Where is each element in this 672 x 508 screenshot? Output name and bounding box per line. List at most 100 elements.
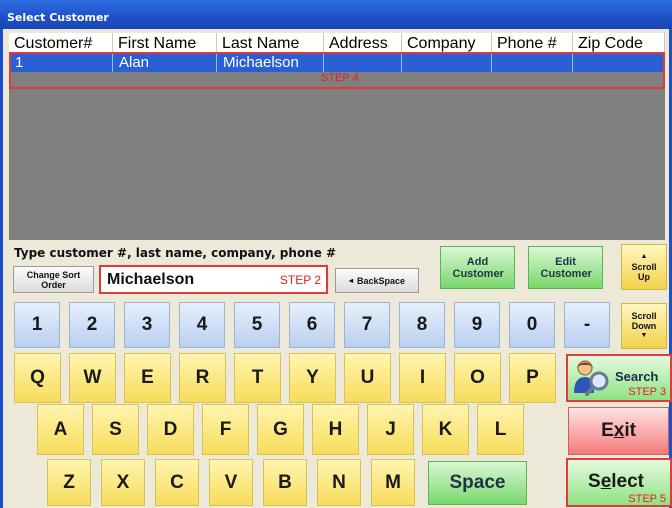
key-label: L — [494, 418, 507, 440]
key-label: D — [163, 418, 178, 440]
column-header-last-name[interactable]: Last Name — [217, 33, 324, 53]
scroll-up-label: Scroll Up — [631, 262, 657, 282]
letter-key-i[interactable]: I — [399, 353, 446, 403]
key-label: B — [278, 471, 292, 493]
window-title: Select Customer — [7, 11, 109, 24]
key-label: K — [438, 418, 453, 440]
letter-key-a[interactable]: A — [37, 404, 84, 455]
letter-key-h[interactable]: H — [312, 404, 359, 455]
letter-key-g[interactable]: G — [257, 404, 304, 455]
letter-key-r[interactable]: R — [179, 353, 226, 403]
letter-key-m[interactable]: M — [371, 459, 415, 506]
step5-label: STEP 5 — [628, 493, 666, 505]
letter-key-e[interactable]: E — [124, 353, 171, 403]
letter-key-l[interactable]: L — [477, 404, 524, 455]
letter-key-p[interactable]: P — [509, 353, 556, 403]
key-label: 3 — [141, 314, 153, 335]
letter-key-b[interactable]: B — [263, 459, 307, 506]
key-label: 0 — [526, 314, 538, 335]
letter-key-c[interactable]: C — [155, 459, 199, 506]
column-header-zip-code[interactable]: Zip Code — [573, 33, 665, 53]
key-label: M — [385, 471, 401, 493]
step3-label: STEP 3 — [628, 386, 666, 398]
letter-key-q[interactable]: Q — [14, 353, 61, 403]
key-label: Z — [63, 471, 75, 493]
change-sort-order-label: Change Sort Order — [26, 269, 81, 290]
key-label: Y — [306, 367, 319, 388]
search-input-value: Michaelson — [107, 271, 195, 288]
key-label: 4 — [196, 314, 208, 335]
key-label: 7 — [361, 314, 373, 335]
select-button-label: Select — [588, 471, 645, 492]
column-header-phone[interactable]: Phone # — [492, 33, 573, 53]
key-label: 8 — [416, 314, 428, 335]
key-label: - — [583, 314, 591, 335]
key-label: J — [385, 418, 396, 440]
number-key-4[interactable]: 4 — [179, 302, 225, 348]
scroll-down-label: Scroll Down — [631, 311, 657, 331]
key-label: Q — [30, 367, 45, 388]
column-header-customer-number[interactable]: Customer# — [9, 33, 113, 53]
search-button-label: Search — [615, 369, 659, 384]
letter-key-t[interactable]: T — [234, 353, 281, 403]
letter-key-k[interactable]: K — [422, 404, 469, 455]
edit-customer-label: Edit Customer — [540, 255, 592, 280]
space-key-label: Space — [449, 472, 506, 493]
number-key-3[interactable]: 3 — [124, 302, 170, 348]
search-input[interactable]: Michaelson STEP 2 — [99, 265, 328, 294]
column-header-first-name[interactable]: First Name — [113, 33, 217, 53]
space-key[interactable]: Space — [428, 461, 527, 505]
letter-key-z[interactable]: Z — [47, 459, 91, 506]
letter-key-j[interactable]: J — [367, 404, 414, 455]
letter-key-f[interactable]: F — [202, 404, 249, 455]
letter-key-n[interactable]: N — [317, 459, 361, 506]
key-label: R — [195, 367, 210, 388]
key-label: T — [251, 367, 264, 388]
arrow-up-icon: ▲ — [640, 253, 648, 260]
key-label: 1 — [31, 314, 43, 335]
key-label: 2 — [86, 314, 98, 335]
key-label: F — [219, 418, 232, 440]
letter-key-v[interactable]: V — [209, 459, 253, 506]
number-key-8[interactable]: 8 — [399, 302, 445, 348]
number-key-5[interactable]: 5 — [234, 302, 280, 348]
letter-key-x[interactable]: X — [101, 459, 145, 506]
key-label: V — [224, 471, 238, 493]
change-sort-order-button[interactable]: Change Sort Order — [13, 266, 94, 293]
letter-key-u[interactable]: U — [344, 353, 391, 403]
add-customer-label: Add Customer — [452, 255, 504, 280]
column-header-address[interactable]: Address — [324, 33, 402, 53]
number-key-9[interactable]: 9 — [454, 302, 500, 348]
letter-key-o[interactable]: O — [454, 353, 501, 403]
search-button[interactable]: Search STEP 3 — [566, 354, 672, 402]
key-label: W — [83, 367, 102, 388]
search-prompt: Type customer #, last name, company, pho… — [14, 246, 337, 260]
number-key-7[interactable]: 7 — [344, 302, 390, 348]
backspace-button[interactable]: ◂ BackSpace — [335, 268, 419, 293]
key-label: A — [53, 418, 68, 440]
step2-label: STEP 2 — [279, 273, 321, 287]
edit-customer-button[interactable]: Edit Customer — [528, 246, 603, 289]
letter-key-s[interactable]: S — [92, 404, 139, 455]
letter-key-y[interactable]: Y — [289, 353, 336, 403]
search-user-icon — [574, 360, 609, 396]
scroll-down-button[interactable]: Scroll Down ▼ — [621, 303, 667, 349]
number-key-2[interactable]: 2 — [69, 302, 115, 348]
key-label: H — [328, 418, 343, 440]
letter-key-w[interactable]: W — [69, 353, 116, 403]
key-label: P — [526, 367, 539, 388]
select-button[interactable]: Select STEP 5 — [566, 458, 672, 507]
add-customer-button[interactable]: Add Customer — [440, 246, 515, 289]
letter-key-d[interactable]: D — [147, 404, 194, 455]
number-key-0[interactable]: 0 — [509, 302, 555, 348]
number-key-dash[interactable]: - — [564, 302, 610, 348]
key-label: 6 — [306, 314, 318, 335]
key-label: O — [470, 367, 485, 388]
key-label: N — [332, 471, 346, 493]
number-key-1[interactable]: 1 — [14, 302, 60, 348]
column-header-company[interactable]: Company — [402, 33, 492, 53]
number-key-6[interactable]: 6 — [289, 302, 335, 348]
scroll-up-button[interactable]: ▲ Scroll Up — [621, 244, 667, 290]
exit-button[interactable]: Exit — [568, 407, 669, 455]
key-label: C — [170, 471, 184, 493]
